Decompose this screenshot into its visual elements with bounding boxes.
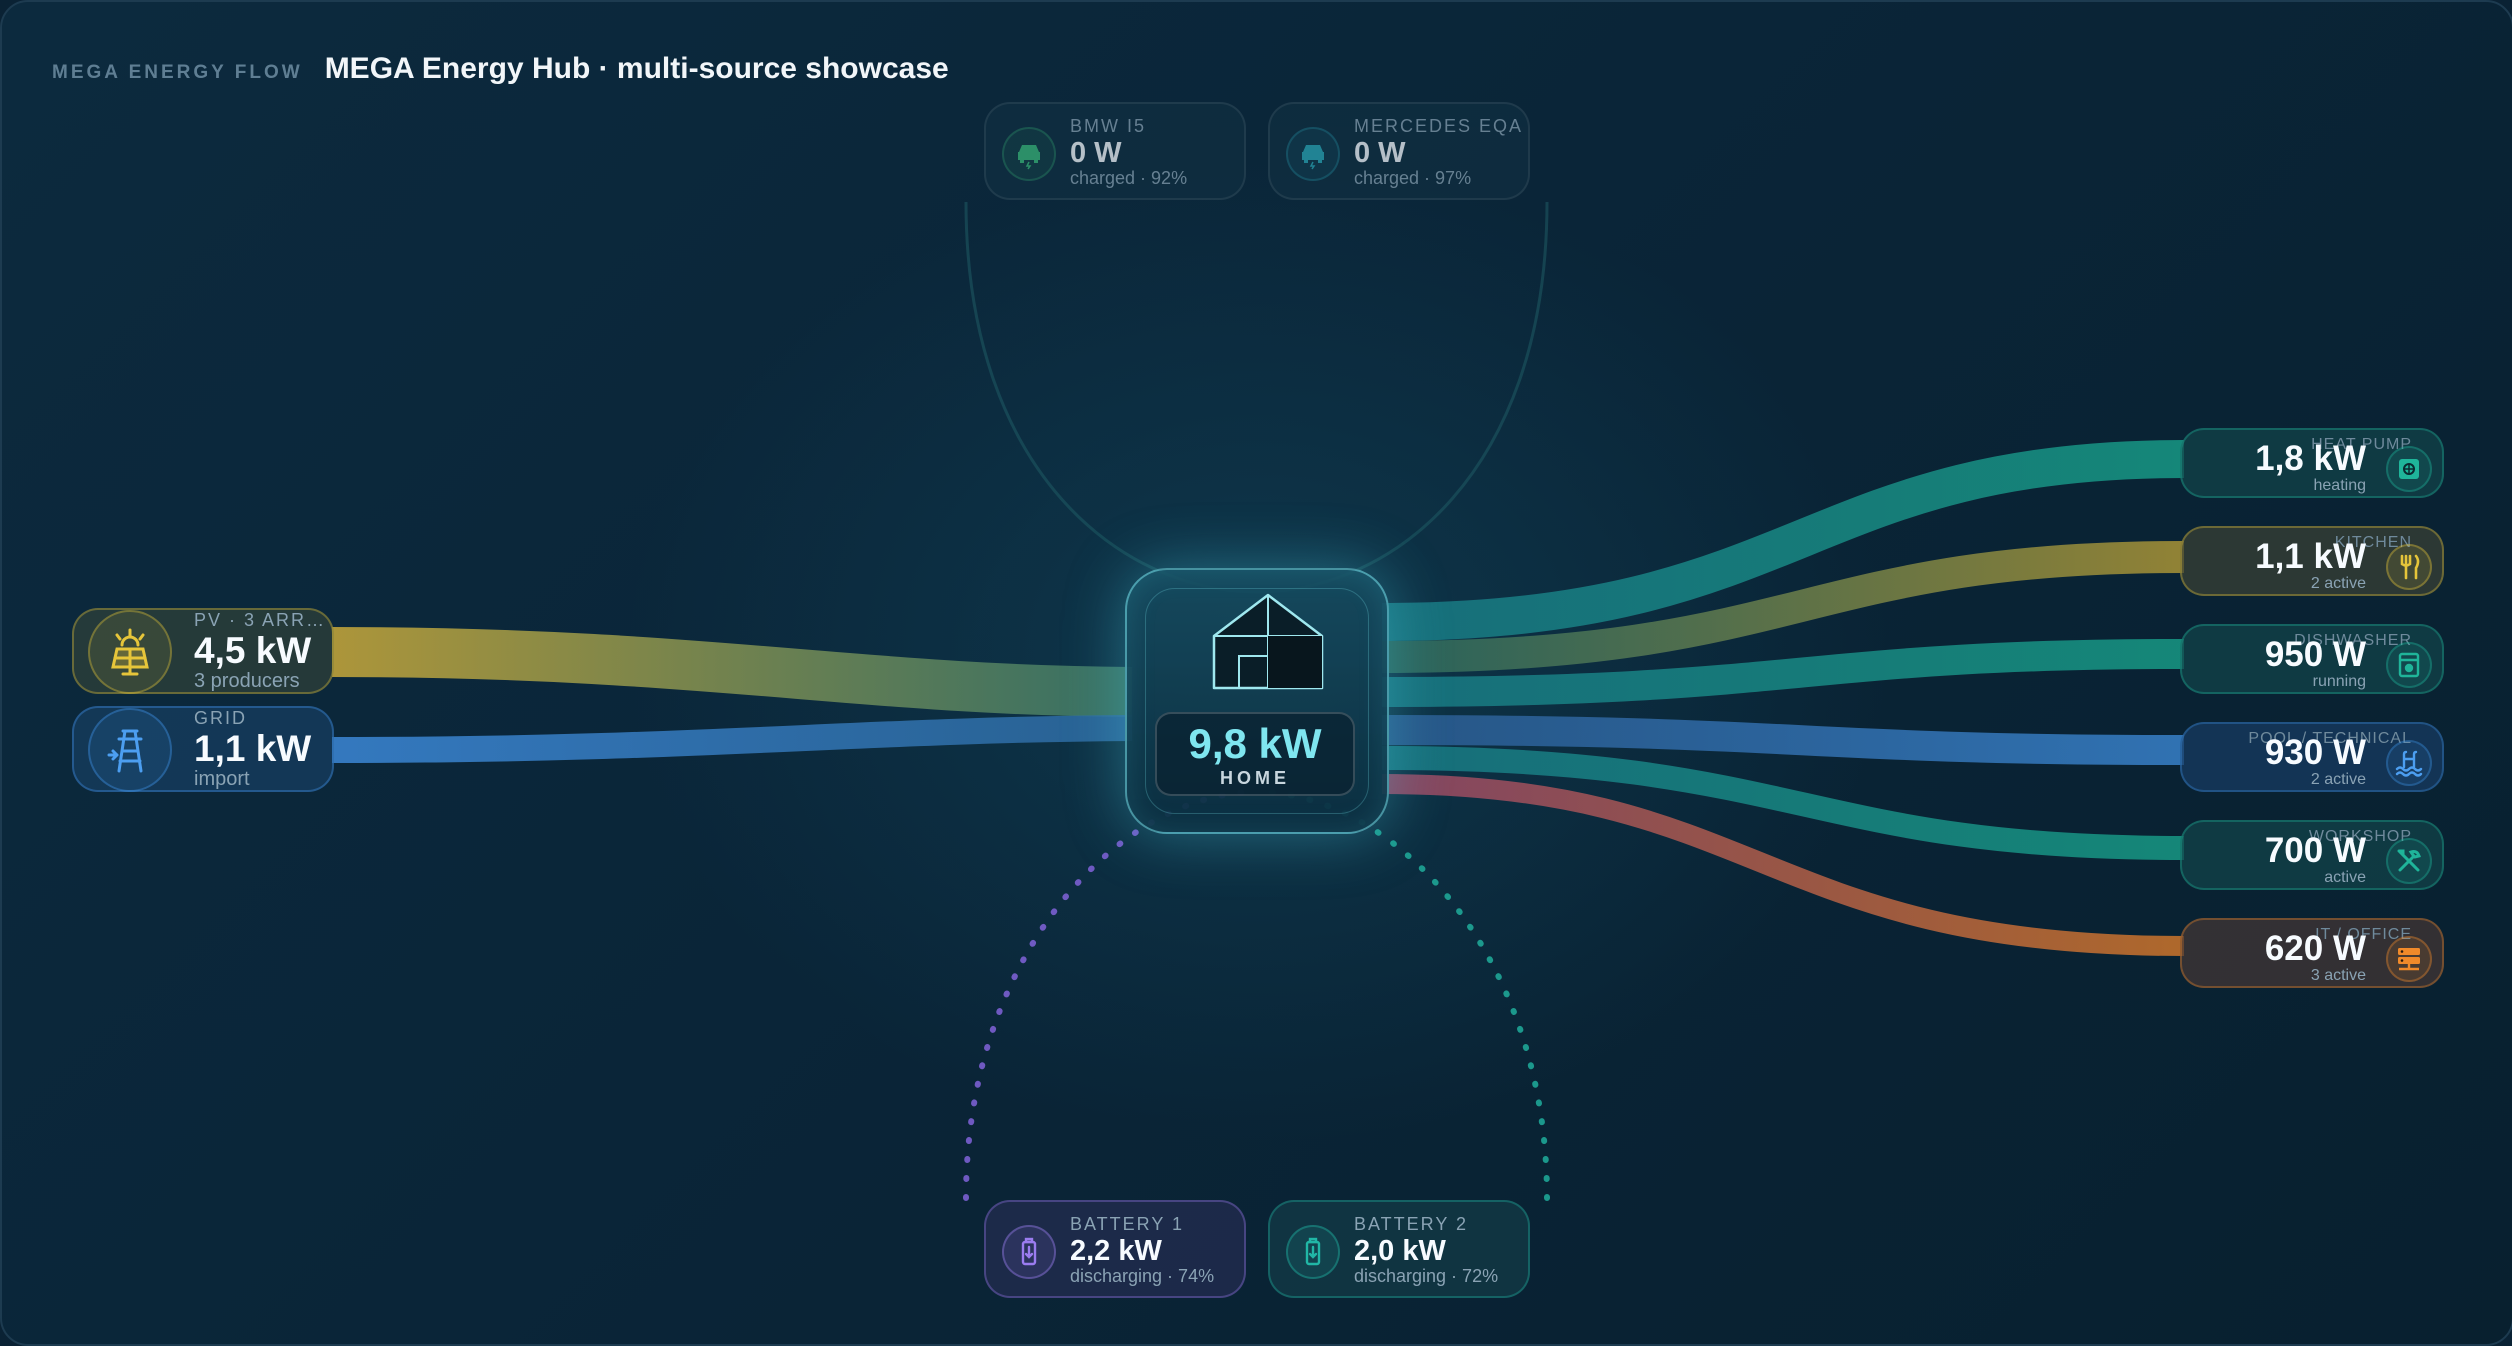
consumer-status: running — [2312, 673, 2366, 690]
source-card-pv[interactable]: PV · 3 ARRAYS 4,5 kW 3 producers — [72, 608, 334, 694]
consumer-status: heating — [2313, 477, 2367, 494]
battery-card-2[interactable]: BATTERY 2 2,0 kW discharging · 72% — [1268, 1200, 1530, 1298]
battery-status: discharging · 72% — [1354, 1266, 1499, 1286]
solar-panel-icon — [88, 610, 172, 694]
vehicle-value: 0 W — [1070, 137, 1122, 169]
consumer-value: 1,1 kW — [2255, 537, 2366, 576]
car-charging-icon — [1286, 127, 1340, 181]
workshop-flow — [1381, 746, 2185, 860]
home-hub[interactable]: 9,8 kW HOME — [1125, 568, 1389, 834]
consumer-card-kitchen[interactable]: KITCHEN 1,1 kW 2 active — [2180, 526, 2444, 596]
consumer-value: 930 W — [2264, 733, 2366, 772]
battery-1-flow-arc — [963, 789, 1260, 1201]
vehicle-card-bmw-i5[interactable]: BMW I5 0 W charged · 92% — [984, 102, 1246, 200]
vehicle-status: charged · 97% — [1354, 168, 1472, 188]
brand-label: MEGA ENERGY FLOW — [52, 62, 303, 83]
battery-status: discharging · 74% — [1070, 1266, 1215, 1286]
home-total-value: 9,8 kW — [1188, 720, 1322, 767]
battery-discharging-icon — [1286, 1225, 1340, 1279]
battery-card-1[interactable]: BATTERY 1 2,2 kW discharging · 74% — [984, 1200, 1246, 1298]
vehicle-card-mercedes-eqa[interactable]: MERCEDES EQA 0 W charged · 97% — [1268, 102, 1530, 200]
vehicle-value: 0 W — [1354, 137, 1406, 169]
source-status: import — [194, 768, 250, 790]
consumer-card-dishwasher[interactable]: DISHWASHER 950 W running — [2180, 624, 2444, 694]
battery-2-flow-arc — [1254, 789, 1550, 1201]
consumer-value: 950 W — [2264, 635, 2366, 674]
consumer-value: 1,8 kW — [2255, 439, 2366, 478]
consumer-value: 700 W — [2264, 831, 2366, 870]
home-label: HOME — [1220, 768, 1290, 788]
battery-value: 2,2 kW — [1070, 1235, 1162, 1267]
tools-icon — [2386, 838, 2432, 884]
consumer-card-it-office[interactable]: IT / OFFICE 620 W 3 active — [2180, 918, 2444, 988]
vehicle-status: charged · 92% — [1070, 168, 1188, 188]
consumer-status: 2 active — [2310, 575, 2366, 592]
vehicle-flow-arc — [964, 201, 1549, 594]
source-label: GRID — [194, 708, 247, 728]
header: MEGA ENERGY FLOW MEGA Energy Hub · multi… — [52, 52, 949, 86]
consumer-card-pool-technical[interactable]: POOL / TECHNICAL 930 W 2 active — [2180, 722, 2444, 792]
pool-icon — [2386, 740, 2432, 786]
home-total-box: 9,8 kW HOME — [1155, 712, 1355, 796]
energy-flow-canvas: MEGA ENERGY FLOW MEGA Energy Hub · multi… — [0, 0, 2512, 1346]
consumer-value: 620 W — [2264, 929, 2366, 968]
battery-label: BATTERY 1 — [1070, 1214, 1185, 1234]
consumer-status: active — [2324, 869, 2366, 886]
dishwasher-icon — [2386, 642, 2432, 688]
fork-knife-icon — [2386, 544, 2432, 590]
source-value: 4,5 kW — [194, 630, 312, 671]
pv-flow — [331, 627, 1133, 717]
source-card-grid[interactable]: GRID 1,1 kW import — [72, 706, 334, 792]
source-value: 1,1 kW — [194, 728, 312, 769]
source-status: 3 producers — [194, 670, 300, 692]
page-title: MEGA Energy Hub · multi-source showcase — [324, 52, 949, 85]
server-icon — [2386, 936, 2432, 982]
consumer-status: 3 active — [2310, 967, 2366, 984]
vehicle-label: BMW I5 — [1070, 116, 1147, 136]
car-charging-icon — [1002, 127, 1056, 181]
heat-pump-icon — [2386, 446, 2432, 492]
battery-label: BATTERY 2 — [1354, 1214, 1469, 1234]
consumer-card-workshop[interactable]: WORKSHOP 700 W active — [2180, 820, 2444, 890]
source-label: PV · 3 ARRAYS — [194, 610, 326, 630]
vehicle-label: MERCEDES EQA — [1354, 116, 1524, 136]
battery-value: 2,0 kW — [1354, 1235, 1446, 1267]
house-icon — [1212, 593, 1324, 690]
grid-flow — [331, 715, 1133, 763]
pool-flow — [1381, 715, 2185, 765]
power-tower-icon — [88, 708, 172, 792]
battery-discharging-icon — [1002, 1225, 1056, 1279]
consumer-card-heat-pump[interactable]: HEAT PUMP 1,8 kW heating — [2180, 428, 2444, 498]
consumer-status: 2 active — [2310, 771, 2366, 788]
